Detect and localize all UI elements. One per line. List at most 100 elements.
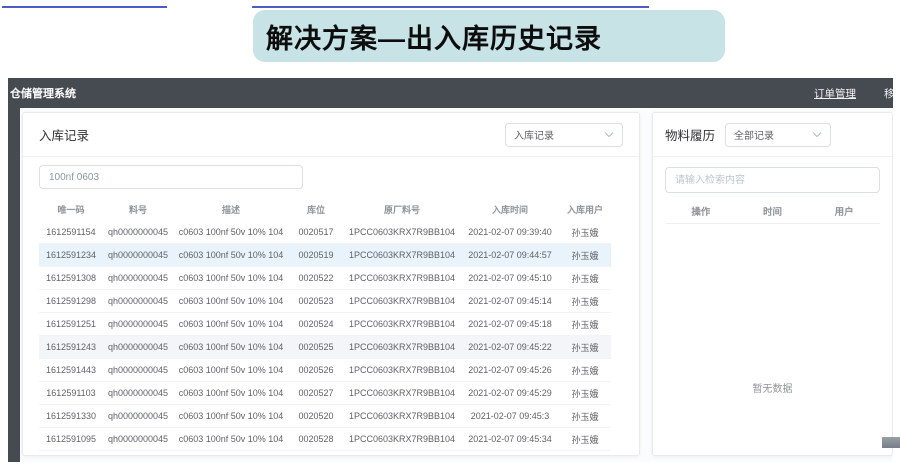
table-row[interactable]: 1612591095qh0000000045c0603 100nf 50v 10… <box>39 428 611 451</box>
decorative-line-right <box>252 6 649 8</box>
table-cell: c0603 100nf 50v 10% 104 <box>173 250 289 260</box>
column-header-unique-code: 唯一码 <box>39 203 103 216</box>
table-row[interactable]: 1612591308qh0000000045c0603 100nf 50v 10… <box>39 267 611 290</box>
table-cell: 2021-02-07 09:45:26 <box>461 365 559 375</box>
table-cell: 1PCC0603KRX7R9BB104 <box>343 319 461 329</box>
table-cell: 2021-02-07 09:39:40 <box>461 227 559 237</box>
table-cell: 1612591095 <box>39 434 103 444</box>
inbound-panel-body: 唯一码 料号 描述 库位 原厂料号 入库时间 入库用户 1612591154qh… <box>23 157 639 451</box>
empty-state-text: 暂无数据 <box>753 380 793 395</box>
table-cell: 1PCC0603KRX7R9BB104 <box>343 296 461 306</box>
app-brand: 仓储管理系统 <box>10 85 76 101</box>
table-cell: c0603 100nf 50v 10% 104 <box>173 273 289 283</box>
table-cell: 0020524 <box>289 319 343 329</box>
table-cell: 2021-02-07 09:45:3 <box>461 411 559 421</box>
inbound-records-panel: 入库记录 入库记录 唯一码 料号 描述 库位 原厂料号 入库时间 入 <box>22 112 640 456</box>
table-cell: 0020519 <box>289 250 343 260</box>
table-cell: qh0000000045 <box>103 319 173 329</box>
column-header-inbound-user: 入库用户 <box>559 203 611 216</box>
table-cell: 1PCC0603KRX7R9BB104 <box>343 227 461 237</box>
material-history-panel: 物料履历 全部记录 操作 时间 用户 暂无数据 <box>652 112 893 456</box>
history-panel-title: 物料履历 <box>665 125 715 144</box>
table-cell: 1612591251 <box>39 319 103 329</box>
table-row[interactable]: 1612591103qh0000000045c0603 100nf 50v 10… <box>39 382 611 405</box>
table-cell: 2021-02-07 09:45:34 <box>461 434 559 444</box>
table-cell: 1PCC0603KRX7R9BB104 <box>343 388 461 398</box>
table-cell: 2021-02-07 09:44:57 <box>461 250 559 260</box>
column-header-location: 库位 <box>289 203 343 216</box>
history-panel-body: 操作 时间 用户 暂无数据 <box>653 157 892 455</box>
column-header-part-number: 料号 <box>103 203 173 216</box>
table-cell: 孙玉娥 <box>559 433 611 446</box>
table-cell: c0603 100nf 50v 10% 104 <box>173 296 289 306</box>
table-cell: 孙玉娥 <box>559 295 611 308</box>
table-cell: c0603 100nf 50v 10% 104 <box>173 411 289 421</box>
table-cell: 2021-02-07 09:45:10 <box>461 273 559 283</box>
table-row[interactable]: 1612591443qh0000000045c0603 100nf 50v 10… <box>39 359 611 382</box>
column-header-oem-part-number: 原厂料号 <box>343 203 461 216</box>
nav-item-order-management[interactable]: 订单管理 <box>814 86 856 101</box>
table-cell: 孙玉娥 <box>559 387 611 400</box>
table-cell: 1612591103 <box>39 388 103 398</box>
table-cell: 1PCC0603KRX7R9BB104 <box>343 273 461 283</box>
inbound-table: 唯一码 料号 描述 库位 原厂料号 入库时间 入库用户 1612591154qh… <box>39 197 611 451</box>
history-panel-header: 物料履历 全部记录 <box>653 113 892 157</box>
table-cell: 2021-02-07 09:45:29 <box>461 388 559 398</box>
table-row[interactable]: 1612591330qh0000000045c0603 100nf 50v 10… <box>39 405 611 428</box>
table-row[interactable]: 1612591251qh0000000045c0603 100nf 50v 10… <box>39 313 611 336</box>
table-cell: 孙玉娥 <box>559 272 611 285</box>
table-cell: 孙玉娥 <box>559 341 611 354</box>
table-row[interactable]: 1612591243qh0000000045c0603 100nf 50v 10… <box>39 336 611 359</box>
column-header-description: 描述 <box>173 203 289 216</box>
table-cell: c0603 100nf 50v 10% 104 <box>173 342 289 352</box>
table-cell: 1PCC0603KRX7R9BB104 <box>343 365 461 375</box>
inbound-table-body: 1612591154qh0000000045c0603 100nf 50v 10… <box>39 221 611 451</box>
table-cell: 0020527 <box>289 388 343 398</box>
table-cell: 0020526 <box>289 365 343 375</box>
table-cell: c0603 100nf 50v 10% 104 <box>173 434 289 444</box>
history-search-input[interactable] <box>665 167 880 193</box>
table-cell: 孙玉娥 <box>559 318 611 331</box>
table-cell: 孙玉娥 <box>559 410 611 423</box>
table-cell: c0603 100nf 50v 10% 104 <box>173 388 289 398</box>
nav-item-clipped[interactable]: 移 <box>884 86 893 101</box>
table-cell: 1612591298 <box>39 296 103 306</box>
app-header-bar: 仓储管理系统 订单管理 移 <box>8 78 893 108</box>
decorative-line-left <box>2 6 167 8</box>
app-window: 仓储管理系统 订单管理 移 入库记录 入库记录 唯一码 料号 描 <box>8 78 893 462</box>
table-cell: 1612591154 <box>39 227 103 237</box>
table-cell: 1612591308 <box>39 273 103 283</box>
table-cell: 1PCC0603KRX7R9BB104 <box>343 342 461 352</box>
slide-title-banner: 解决方案—出入库历史记录 <box>253 10 725 62</box>
column-header-user: 用户 <box>808 204 880 218</box>
table-cell: qh0000000045 <box>103 296 173 306</box>
table-cell: 1612591234 <box>39 250 103 260</box>
table-cell: qh0000000045 <box>103 227 173 237</box>
inbound-panel-header: 入库记录 入库记录 <box>23 113 639 157</box>
table-cell: 1612591330 <box>39 411 103 421</box>
table-cell: 孙玉娥 <box>559 226 611 239</box>
column-header-time: 时间 <box>737 204 809 218</box>
history-table-header-row: 操作 时间 用户 <box>665 198 880 224</box>
table-row[interactable]: 1612591234qh0000000045c0603 100nf 50v 10… <box>39 244 611 267</box>
history-type-select[interactable]: 全部记录 <box>725 123 831 147</box>
table-cell: 1PCC0603KRX7R9BB104 <box>343 411 461 421</box>
history-type-select-value: 全部记录 <box>734 127 774 142</box>
inbound-search-input[interactable] <box>39 165 303 189</box>
empty-state: 暂无数据 <box>665 224 880 455</box>
record-type-select[interactable]: 入库记录 <box>505 123 623 147</box>
table-row[interactable]: 1612591298qh0000000045c0603 100nf 50v 10… <box>39 290 611 313</box>
table-cell: c0603 100nf 50v 10% 104 <box>173 365 289 375</box>
record-type-select-value: 入库记录 <box>514 127 554 142</box>
corner-fragment <box>882 437 900 448</box>
table-row[interactable]: 1612591154qh0000000045c0603 100nf 50v 10… <box>39 221 611 244</box>
app-content: 入库记录 入库记录 唯一码 料号 描述 库位 原厂料号 入库时间 入 <box>20 108 893 462</box>
chevron-down-icon <box>605 130 614 139</box>
slide-title: 解决方案—出入库历史记录 <box>266 17 602 56</box>
table-cell: qh0000000045 <box>103 411 173 421</box>
table-cell: 孙玉娥 <box>559 249 611 262</box>
table-cell: 0020523 <box>289 296 343 306</box>
table-cell: 1612591443 <box>39 365 103 375</box>
table-cell: 0020525 <box>289 342 343 352</box>
table-cell: 孙玉娥 <box>559 364 611 377</box>
